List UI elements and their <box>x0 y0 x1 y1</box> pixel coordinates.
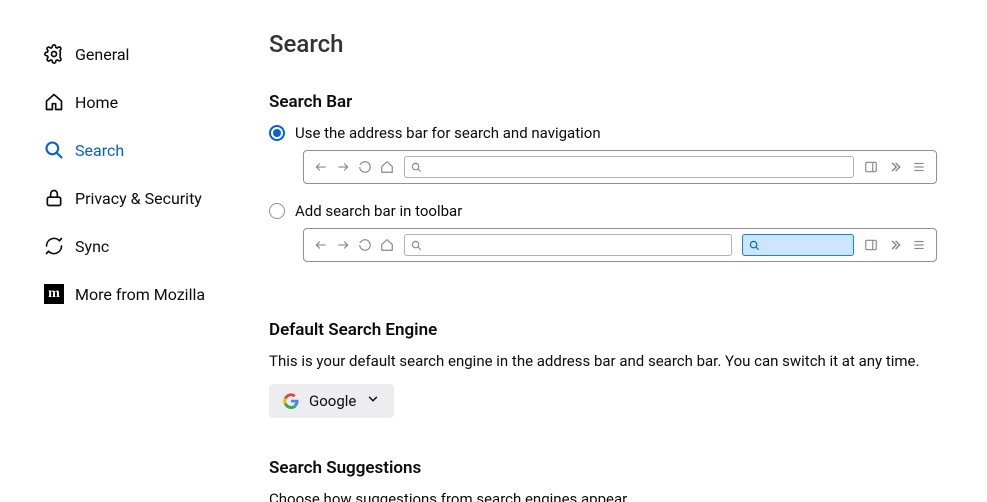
back-icon <box>314 238 328 252</box>
radio-option-searchbar[interactable]: Add search bar in toolbar <box>269 202 937 220</box>
urlbar-preview <box>404 234 732 256</box>
sidebar-icon-small <box>864 160 878 174</box>
lock-icon <box>44 188 64 208</box>
radio-selected-icon[interactable] <box>269 125 285 141</box>
search-icon-small <box>411 240 422 251</box>
nav-icons <box>314 160 394 174</box>
menu-icon <box>912 238 926 252</box>
sidebar-item-privacy[interactable]: Privacy & Security <box>44 174 235 222</box>
sidebar-item-mozilla[interactable]: m More from Mozilla <box>44 270 235 318</box>
sidebar-item-general[interactable]: General <box>44 30 235 78</box>
search-icon <box>44 140 64 160</box>
sidebar-item-label: More from Mozilla <box>75 285 205 304</box>
chevron-down-icon <box>366 392 380 410</box>
back-icon <box>314 160 328 174</box>
nav-icons <box>314 238 394 252</box>
suggestions-desc: Choose how suggestions from search engin… <box>269 490 937 502</box>
toolbar-preview-unified <box>303 150 937 184</box>
google-icon <box>283 393 299 409</box>
settings-sidebar: General Home Search Privacy & Security S… <box>0 0 235 502</box>
sidebar-item-search[interactable]: Search <box>44 126 235 174</box>
radio-option-addressbar[interactable]: Use the address bar for search and navig… <box>269 124 937 142</box>
sidebar-item-sync[interactable]: Sync <box>44 222 235 270</box>
default-engine-select[interactable]: Google <box>269 384 394 418</box>
search-icon-small <box>411 162 422 173</box>
reload-icon <box>358 160 372 174</box>
sidebar-item-label: Home <box>75 93 118 112</box>
urlbar-preview <box>404 156 854 178</box>
overflow-icon <box>888 238 902 252</box>
searchbar-preview <box>742 234 854 256</box>
sidebar-item-label: Sync <box>75 237 109 256</box>
mozilla-icon: m <box>44 284 64 304</box>
toolbar-preview-separate <box>303 228 937 262</box>
engine-name: Google <box>309 392 356 410</box>
sidebar-item-label: Privacy & Security <box>75 189 202 208</box>
settings-main: Search Search Bar Use the address bar fo… <box>235 0 987 502</box>
gear-icon <box>44 44 64 64</box>
toolbar-right-icons <box>864 160 926 174</box>
search-icon-small <box>749 240 760 251</box>
home-icon <box>44 92 64 112</box>
sync-icon <box>44 236 64 256</box>
home-icon-small <box>380 238 394 252</box>
overflow-icon <box>888 160 902 174</box>
toolbar-right-icons <box>864 238 926 252</box>
sidebar-item-home[interactable]: Home <box>44 78 235 126</box>
menu-icon <box>912 160 926 174</box>
forward-icon <box>336 238 350 252</box>
default-engine-desc: This is your default search engine in th… <box>269 352 937 370</box>
reload-icon <box>358 238 372 252</box>
radio-unselected-icon[interactable] <box>269 203 285 219</box>
forward-icon <box>336 160 350 174</box>
sidebar-item-label: General <box>75 45 129 64</box>
radio-label: Use the address bar for search and navig… <box>295 124 601 142</box>
sidebar-item-label: Search <box>75 141 124 160</box>
sidebar-icon-small <box>864 238 878 252</box>
suggestions-heading: Search Suggestions <box>269 458 937 478</box>
default-engine-heading: Default Search Engine <box>269 320 937 340</box>
radio-label: Add search bar in toolbar <box>295 202 462 220</box>
search-bar-heading: Search Bar <box>269 92 937 112</box>
home-icon-small <box>380 160 394 174</box>
page-title: Search <box>269 30 937 58</box>
